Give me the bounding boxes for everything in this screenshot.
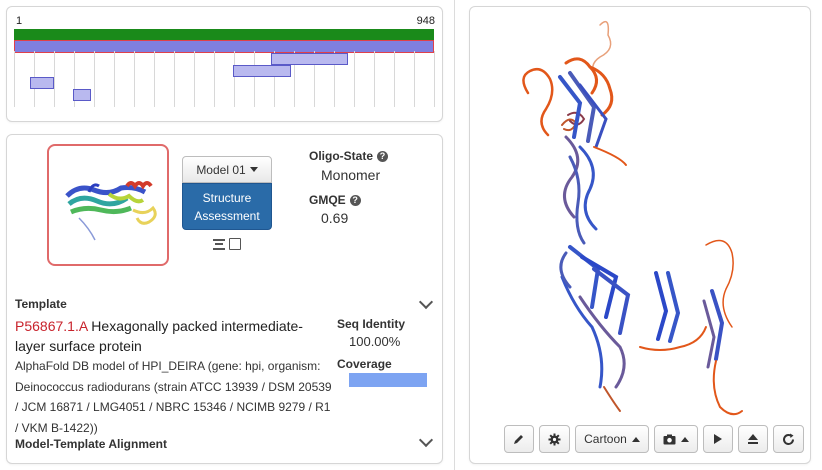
model-thumbnail[interactable]	[47, 144, 169, 266]
template-section-title: Template	[15, 297, 67, 311]
refresh-button[interactable]	[773, 425, 804, 453]
template-hit-bar[interactable]	[73, 89, 91, 101]
coverage-tick	[414, 51, 415, 107]
gmqe-value: 0.69	[321, 210, 349, 226]
edit-button[interactable]	[504, 425, 534, 453]
template-details: AlphaFold DB model of HPI_DEIRA (gene: h…	[15, 359, 332, 435]
play-icon	[714, 434, 722, 444]
help-icon[interactable]: ?	[349, 194, 361, 206]
model-selector-label: Model 01	[196, 162, 246, 177]
structure-assessment-button[interactable]: Structure Assessment	[182, 183, 272, 230]
coverage-tick	[194, 51, 195, 107]
protein-structure-view[interactable]	[470, 7, 810, 417]
template-hit-bar[interactable]	[233, 65, 291, 77]
oligo-state-title: Oligo-State	[309, 149, 374, 163]
chevron-down-icon[interactable]	[418, 432, 434, 448]
coverage-start-label: 1	[16, 15, 23, 27]
coverage-tick	[434, 51, 435, 107]
checkbox-square-icon[interactable]	[229, 238, 241, 250]
oligo-state-value: Monomer	[321, 167, 381, 183]
eject-button[interactable]	[738, 425, 768, 453]
coverage-tick	[134, 51, 135, 107]
style-selector-button[interactable]: Cartoon	[575, 425, 649, 453]
model-selector-button[interactable]: Model 01	[182, 156, 272, 183]
gear-icon	[548, 433, 561, 445]
coverage-tick	[254, 51, 255, 107]
gmqe-label: GMQE ?	[309, 193, 361, 207]
template-id-link[interactable]: P56867.1.A	[15, 318, 87, 334]
coverage-tick	[374, 51, 375, 107]
model-panel: Model 01 Structure Assessment Oligo-Stat…	[6, 134, 443, 464]
target-sequence-bar	[14, 29, 434, 40]
style-selector-label: Cartoon	[584, 432, 627, 446]
coverage-end-label: 948	[416, 15, 435, 27]
caret-up-icon	[631, 436, 640, 442]
caret-up-icon	[681, 436, 689, 442]
play-button[interactable]	[703, 425, 733, 453]
pencil-icon	[514, 435, 523, 444]
coverage-tick	[54, 51, 55, 107]
panel-divider	[454, 0, 455, 470]
structure-assessment-label: Structure Assessment	[194, 190, 260, 223]
coverage-bar	[349, 373, 427, 387]
view-options	[213, 238, 241, 250]
help-icon[interactable]: ?	[377, 150, 389, 162]
seq-identity-label: Seq Identity	[337, 317, 406, 331]
seq-identity-value: 100.00%	[349, 334, 401, 349]
oligo-state-label: Oligo-State ?	[309, 149, 389, 163]
coverage-tick	[94, 51, 95, 107]
coverage-tick	[174, 51, 175, 107]
coverage-panel: 1 948	[6, 6, 443, 122]
coverage-tick	[114, 51, 115, 107]
structure-viewer-panel: Cartoon	[469, 6, 811, 464]
template-hit-bar[interactable]	[271, 53, 348, 65]
eject-icon	[748, 434, 758, 444]
coverage-tick	[354, 51, 355, 107]
coverage-tick	[234, 51, 235, 107]
refresh-icon	[783, 433, 794, 445]
chevron-down-icon[interactable]	[418, 294, 434, 310]
alignment-section-title: Model-Template Alignment	[15, 437, 168, 451]
coverage-tick	[14, 51, 15, 107]
caret-down-icon	[249, 167, 258, 172]
coverage-tick	[214, 51, 215, 107]
coverage-tick	[154, 51, 155, 107]
template-description: P56867.1.A Hexagonally packed intermedia…	[15, 316, 320, 356]
structure-thumbnail-image	[65, 181, 157, 241]
settings-button[interactable]	[539, 425, 570, 453]
gmqe-title: GMQE	[309, 193, 346, 207]
snapshot-button[interactable]	[654, 425, 698, 453]
template-hit-bar[interactable]	[30, 77, 54, 89]
align-lines-icon[interactable]	[213, 238, 225, 250]
coverage-tick	[394, 51, 395, 107]
viewer-toolbar: Cartoon	[504, 425, 804, 453]
camera-icon	[663, 434, 676, 444]
template-coverage-bar[interactable]	[14, 40, 434, 53]
coverage-label: Coverage	[337, 357, 392, 371]
